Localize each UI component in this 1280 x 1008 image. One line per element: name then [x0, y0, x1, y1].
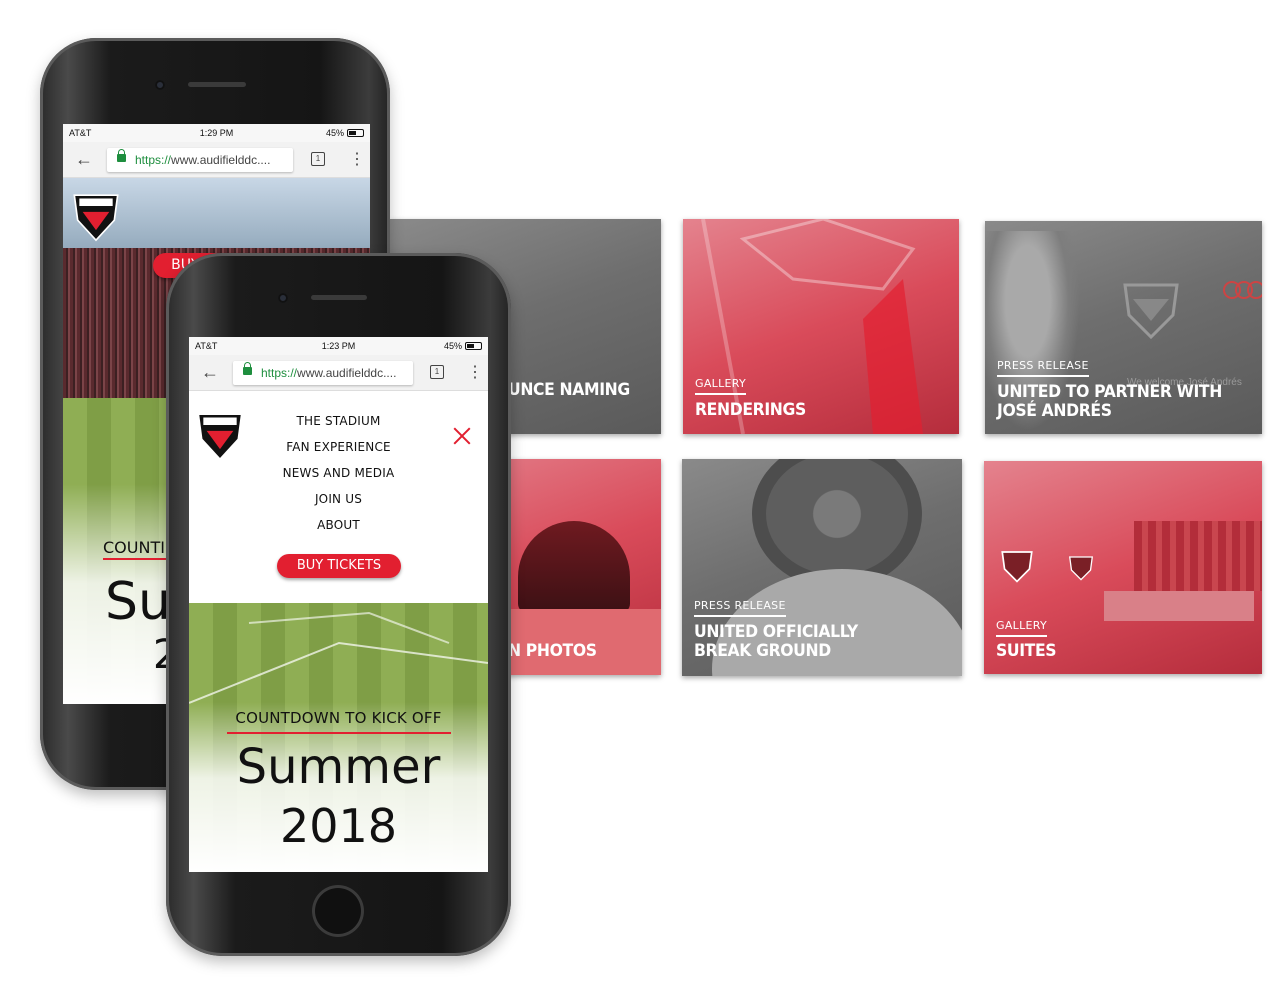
url-field[interactable]: https://www.audifielddc....: [107, 148, 293, 172]
back-arrow-icon[interactable]: ←: [75, 149, 93, 170]
tile-category: GALLERY: [695, 377, 747, 395]
year-text: 2018: [279, 799, 398, 853]
tile-title: RENDERINGS: [695, 400, 806, 420]
status-bar: AT&T 1:23 PM 45%: [189, 337, 488, 355]
tile-category: PRESS RELEASE: [997, 359, 1089, 377]
clock: 1:29 PM: [199, 128, 234, 138]
phone-front: AT&T 1:23 PM 45% ← https://www.audifield…: [166, 253, 511, 956]
url-host: www.audifielddc....: [171, 153, 271, 167]
countdown-label: COUNTI: [103, 538, 165, 557]
tile-title: SUITES: [996, 641, 1057, 661]
dc-united-crest-icon: [1123, 283, 1179, 339]
menu-item-join-us[interactable]: JOIN US: [189, 492, 488, 506]
suite-window: [1134, 521, 1262, 591]
url-scheme: https://: [261, 366, 298, 380]
close-icon[interactable]: [453, 427, 471, 445]
tile-category: PRESS RELEASE: [694, 599, 786, 617]
more-options-icon[interactable]: ⋮: [349, 149, 365, 169]
url-scheme: https://: [135, 153, 172, 167]
nav-menu-panel: THE STADIUM FAN EXPERIENCE NEWS AND MEDI…: [189, 391, 488, 603]
battery-percent: 45%: [443, 341, 462, 351]
back-arrow-icon[interactable]: ←: [201, 362, 219, 383]
battery-percent: 45%: [325, 128, 344, 138]
front-camera: [155, 80, 165, 90]
menu-item-news-media[interactable]: NEWS AND MEDIA: [189, 466, 488, 480]
battery-icon: [465, 342, 482, 350]
tab-count-icon[interactable]: 1: [430, 365, 444, 379]
dc-united-logo-icon[interactable]: [71, 188, 121, 244]
tile-title: UNCE NAMING: [508, 380, 630, 400]
tile-category: GALLERY: [996, 619, 1048, 637]
tile-renderings[interactable]: GALLERY RENDERINGS: [683, 219, 959, 434]
battery-icon: [347, 129, 364, 137]
countdown-label: COUNTDOWN TO KICK OFF: [235, 709, 442, 727]
dc-united-crest-icon: [1068, 556, 1094, 581]
countdown-underline: [227, 732, 451, 734]
menu-item-about[interactable]: ABOUT: [189, 518, 488, 532]
suite-table: [1104, 591, 1254, 621]
season-text: Su: [105, 572, 171, 632]
audi-rings-icon: [1223, 281, 1262, 299]
earpiece: [188, 82, 246, 87]
menu-item-fan-experience[interactable]: FAN EXPERIENCE: [189, 440, 488, 454]
tile-title: UNITED OFFICIALLY BREAK GROUND: [694, 622, 858, 661]
url-host: www.audifielddc....: [297, 366, 397, 380]
status-bar: AT&T 1:29 PM 45%: [63, 124, 370, 142]
menu-item-stadium[interactable]: THE STADIUM: [189, 414, 488, 428]
home-button[interactable]: [312, 885, 364, 937]
tile-title: N PHOTOS: [508, 641, 597, 661]
url-field[interactable]: https://www.audifielddc....: [233, 361, 413, 385]
buy-tickets-button[interactable]: BUY TICKETS: [277, 554, 401, 578]
tab-count-icon[interactable]: 1: [311, 152, 325, 166]
more-options-icon[interactable]: ⋮: [467, 362, 483, 382]
lock-icon: [243, 362, 252, 375]
lock-icon: [117, 149, 126, 162]
tile-break-ground[interactable]: PRESS RELEASE UNITED OFFICIALLY BREAK GR…: [682, 459, 962, 676]
tile-suites[interactable]: GALLERY SUITES: [984, 461, 1262, 674]
tile-title: UNITED TO PARTNER WITH JOSÉ ANDRÉS: [997, 382, 1222, 421]
front-camera: [278, 293, 288, 303]
browser-toolbar: ← https://www.audifielddc.... 1 ⋮: [189, 355, 488, 391]
browser-toolbar: ← https://www.audifielddc.... 1 ⋮: [63, 142, 370, 178]
dc-united-crest-icon: [1001, 551, 1033, 583]
tile-jose-andres[interactable]: We welcome José Andrés PRESS RELEASE UNI…: [985, 221, 1262, 434]
earpiece: [311, 295, 367, 300]
season-text: Summer: [236, 739, 441, 795]
phone-screen: AT&T 1:23 PM 45% ← https://www.audifield…: [189, 337, 488, 872]
